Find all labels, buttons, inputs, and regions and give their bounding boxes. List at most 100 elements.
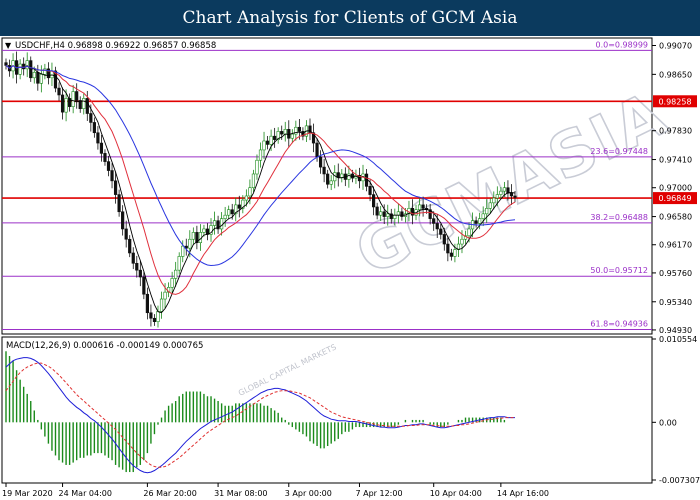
candle-body bbox=[509, 192, 514, 197]
candle-body bbox=[273, 135, 277, 140]
candle-body bbox=[152, 317, 157, 322]
fib-level-label: 61.8=0.94936 bbox=[590, 320, 648, 329]
time-tick-label: 31 Mar 08:00 bbox=[214, 489, 267, 498]
candle-body bbox=[181, 245, 185, 257]
candle-body bbox=[174, 269, 178, 279]
candle-body bbox=[336, 172, 340, 178]
candle-body bbox=[382, 211, 386, 217]
candle-body bbox=[449, 252, 453, 257]
candle-body bbox=[57, 87, 61, 96]
candle-body bbox=[347, 173, 351, 180]
candle-body bbox=[89, 113, 93, 123]
candle-body bbox=[262, 140, 266, 151]
candle-body bbox=[432, 218, 436, 224]
candle-body bbox=[170, 278, 174, 288]
candle-body bbox=[318, 156, 323, 168]
candle-body bbox=[113, 180, 118, 195]
candle-body bbox=[99, 142, 104, 154]
candle-body bbox=[124, 228, 128, 240]
candle-body bbox=[488, 202, 492, 209]
candle-body bbox=[393, 214, 397, 219]
candle-body bbox=[60, 94, 65, 113]
macd-tick-label: -0.007307 bbox=[659, 476, 700, 485]
chart-canvas[interactable]: GCMASIA GLOBAL CAPITAL MARKETS ▼ USDCHF,… bbox=[0, 36, 700, 500]
banner-title: Chart Analysis for Clients of GCM Asia bbox=[0, 0, 700, 36]
candle-body bbox=[230, 209, 234, 215]
candle-body bbox=[237, 204, 241, 209]
candle-body bbox=[485, 208, 489, 215]
candle-body bbox=[32, 71, 36, 79]
time-tick-label: 24 Mar 04:00 bbox=[59, 489, 112, 498]
candle-body bbox=[191, 232, 195, 240]
price-tick-label: 0.99070 bbox=[659, 41, 692, 50]
candle-body bbox=[280, 131, 284, 135]
candle-body bbox=[283, 129, 287, 135]
macd-tick-label: 0.010554 bbox=[659, 335, 697, 344]
fib-level-label: 38.2=0.96488 bbox=[590, 213, 648, 222]
candle-body bbox=[36, 71, 40, 84]
candle-body bbox=[421, 204, 425, 209]
price-tag-label: 0.98258 bbox=[658, 97, 691, 106]
candle-body bbox=[467, 228, 471, 237]
candle-body bbox=[128, 238, 132, 254]
candle-body bbox=[220, 218, 224, 230]
candle-body bbox=[248, 187, 252, 197]
macd-tick-label: 0.00 bbox=[659, 418, 677, 427]
price-tick-label: 0.94930 bbox=[659, 326, 692, 335]
fib-level-label: 0.0=0.98999 bbox=[595, 40, 648, 49]
price-tick-label: 0.95760 bbox=[659, 269, 692, 278]
candle-body bbox=[39, 74, 43, 84]
candle-body bbox=[329, 180, 333, 185]
candle-body bbox=[375, 206, 379, 216]
candle-body bbox=[379, 211, 383, 216]
candle-body bbox=[202, 228, 206, 233]
candle-body bbox=[386, 213, 390, 217]
candle-body bbox=[75, 91, 79, 101]
candle-body bbox=[400, 211, 404, 217]
candle-body bbox=[64, 98, 68, 113]
macd-panel-frame bbox=[1, 336, 653, 484]
candle-body bbox=[513, 195, 517, 198]
candle-body bbox=[163, 291, 167, 300]
candle-body bbox=[290, 133, 294, 139]
time-tick-label: 7 Apr 12:00 bbox=[355, 489, 402, 498]
time-tick-label: 10 Apr 04:00 bbox=[430, 489, 482, 498]
candle-body bbox=[492, 197, 496, 204]
candle-body bbox=[251, 173, 256, 189]
candle-body bbox=[396, 211, 400, 216]
candle-body bbox=[156, 311, 160, 322]
candle-body bbox=[442, 234, 446, 245]
candle-body bbox=[495, 194, 499, 199]
candle-body bbox=[326, 173, 330, 185]
price-tag-label: 0.96849 bbox=[658, 194, 691, 203]
price-tick-label: 0.95340 bbox=[659, 298, 692, 307]
candle-body bbox=[265, 140, 270, 145]
fib-level-label: 23.6=0.97448 bbox=[590, 147, 648, 156]
candle-body bbox=[435, 223, 439, 230]
candle-body bbox=[223, 214, 227, 219]
candle-body bbox=[85, 98, 89, 114]
price-tick-label: 0.97000 bbox=[659, 184, 692, 193]
candle-body bbox=[322, 166, 326, 175]
chevron-down-icon[interactable]: ▼ bbox=[5, 41, 12, 50]
candle-body bbox=[255, 159, 259, 175]
candle-body bbox=[188, 238, 192, 249]
candle-body bbox=[145, 293, 149, 314]
candle-body bbox=[269, 135, 273, 145]
candle-body bbox=[121, 211, 125, 230]
candle-body bbox=[499, 190, 503, 195]
candle-body bbox=[82, 98, 86, 110]
candle-body bbox=[135, 262, 139, 271]
price-tick-label: 0.97410 bbox=[659, 156, 692, 165]
candle-body bbox=[159, 298, 164, 312]
candle-body bbox=[417, 204, 422, 211]
candle-body bbox=[117, 194, 121, 213]
symbol-info: USDCHF,H4 0.96898 0.96922 0.96857 0.9685… bbox=[15, 41, 216, 51]
candle-body bbox=[71, 91, 75, 107]
candle-body bbox=[106, 161, 111, 171]
candle-body bbox=[297, 126, 301, 132]
candle-body bbox=[481, 213, 485, 219]
time-tick-label: 19 Mar 2020 bbox=[2, 489, 53, 498]
candle-body bbox=[131, 252, 135, 264]
candle-body bbox=[149, 312, 153, 319]
